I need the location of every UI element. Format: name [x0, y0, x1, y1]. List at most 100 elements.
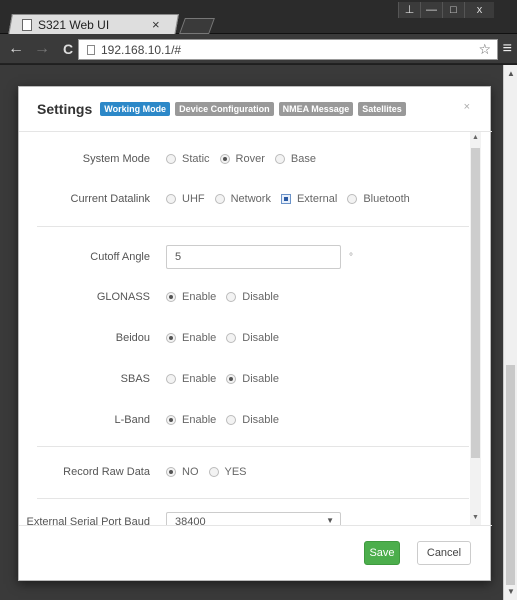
radio-icon[interactable] [219, 154, 230, 164]
datalink-uhf[interactable]: UHF [166, 193, 205, 205]
tab-nmea-message[interactable]: NMEA Message [278, 102, 354, 116]
beidou-disable[interactable]: Disable [226, 332, 279, 344]
close-icon[interactable]: × [464, 101, 470, 113]
record-raw-yes[interactable]: YES [208, 466, 247, 478]
modal-body: System Mode Static Rover Base Current Da… [19, 132, 492, 525]
radio-icon[interactable] [274, 154, 285, 164]
option-label: Enable [182, 332, 217, 344]
datalink-external[interactable]: External [280, 193, 338, 205]
system-mode-label: System Mode [82, 153, 150, 165]
window-close-button[interactable]: x [464, 2, 494, 18]
radio-icon[interactable] [208, 467, 219, 477]
lband-enable[interactable]: Enable [166, 414, 216, 426]
system-mode-rover[interactable]: Rover [219, 153, 265, 165]
datalink-bluetooth[interactable]: Bluetooth [347, 193, 410, 205]
option-label: UHF [182, 193, 205, 205]
sbas-row: SBAS Enable Disable [19, 369, 469, 389]
page-icon [22, 19, 32, 31]
radio-icon[interactable] [166, 333, 176, 343]
record-raw-no[interactable]: NO [166, 466, 199, 478]
cancel-button[interactable]: Cancel [417, 541, 471, 565]
radio-icon[interactable] [166, 194, 176, 204]
save-button[interactable]: Save [364, 541, 400, 565]
radio-icon[interactable] [166, 374, 176, 384]
chevron-down-icon: ▼ [326, 516, 334, 525]
browser-toolbar: ← → C 192.168.10.1/# ☆ ≡ [0, 34, 517, 64]
radio-icon[interactable] [166, 292, 176, 302]
radio-icon[interactable] [214, 194, 225, 204]
glonass-enable[interactable]: Enable [166, 291, 216, 303]
page-scrollbar[interactable]: ▲ ▼ [503, 65, 517, 600]
option-label: Bluetooth [363, 193, 410, 205]
forward-icon[interactable]: → [32, 40, 52, 58]
beidou-label: Beidou [115, 332, 150, 344]
option-label: Enable [182, 291, 217, 303]
cutoff-angle-label: Cutoff Angle [90, 251, 150, 263]
bookmark-star-icon[interactable]: ☆ [478, 41, 491, 58]
beidou-row: Beidou Enable Disable [19, 328, 469, 348]
option-label: External [296, 193, 338, 205]
scroll-up-icon[interactable]: ▲ [507, 69, 515, 78]
browser-tab[interactable]: S321 Web UI × [10, 14, 177, 36]
tab-working-mode[interactable]: Working Mode [100, 102, 171, 116]
serial-baud-row: External Serial Port Baud 38400 ▼ [19, 512, 469, 525]
settings-modal: Settings Working Mode Device Configurati… [18, 86, 492, 582]
radio-icon[interactable] [226, 292, 237, 302]
option-label: Disable [242, 373, 279, 385]
glonass-disable[interactable]: Disable [226, 291, 279, 303]
modal-header: Settings Working Mode Device Configurati… [19, 87, 492, 132]
address-bar[interactable]: 192.168.10.1/# ☆ [78, 39, 498, 60]
option-label: Network [230, 193, 271, 205]
window-minimize-button[interactable]: — [420, 2, 442, 18]
browser-menu-icon[interactable]: ≡ [503, 40, 512, 58]
tab-satellites[interactable]: Satellites [358, 102, 406, 116]
option-label: Disable [242, 291, 279, 303]
serial-baud-label: External Serial Port Baud [26, 516, 150, 525]
window-maximize-button[interactable]: □ [442, 2, 464, 18]
radio-icon[interactable] [347, 194, 358, 204]
serial-baud-select[interactable]: 38400 ▼ [166, 512, 341, 525]
back-icon[interactable]: ← [6, 40, 26, 58]
beidou-enable[interactable]: Enable [166, 332, 216, 344]
tab-close-icon[interactable]: × [152, 17, 160, 32]
url-text: 192.168.10.1/# [101, 42, 182, 57]
option-label: Static [182, 153, 210, 165]
option-label: Enable [182, 373, 217, 385]
radio-icon[interactable] [226, 333, 237, 343]
radio-icon[interactable] [280, 194, 291, 204]
radio-icon[interactable] [166, 415, 176, 425]
lband-disable[interactable]: Disable [226, 414, 279, 426]
scroll-down-icon[interactable]: ▼ [472, 514, 479, 521]
cutoff-angle-row: Cutoff Angle 5 ° [19, 244, 469, 270]
datalink-label: Current Datalink [70, 193, 150, 205]
section-divider [37, 446, 469, 447]
radio-icon[interactable] [166, 467, 176, 477]
scroll-down-icon[interactable]: ▼ [507, 587, 515, 596]
datalink-network[interactable]: Network [214, 193, 271, 205]
option-label: Disable [242, 414, 279, 426]
window-pin-button[interactable]: ⊥ [398, 2, 420, 18]
radio-icon[interactable] [226, 415, 237, 425]
cutoff-angle-input[interactable]: 5 [166, 245, 341, 269]
radio-icon[interactable] [226, 374, 237, 384]
radio-icon[interactable] [166, 154, 176, 164]
page-scrollbar-thumb[interactable] [506, 365, 515, 585]
degree-unit: ° [349, 251, 353, 263]
scroll-up-icon[interactable]: ▲ [472, 134, 479, 141]
lband-label: L-Band [114, 414, 150, 426]
modal-scrollbar[interactable]: ▲ ▼ [470, 132, 481, 525]
modal-scrollbar-thumb[interactable] [471, 148, 480, 458]
modal-footer: Save Cancel [19, 525, 492, 582]
new-tab-button[interactable] [179, 18, 215, 34]
lband-row: L-Band Enable Disable [19, 410, 469, 430]
glonass-label: GLONASS [96, 291, 150, 303]
system-mode-static[interactable]: Static [166, 153, 210, 165]
tab-device-configuration[interactable]: Device Configuration [175, 102, 274, 116]
option-label: Enable [182, 414, 217, 426]
reload-icon[interactable]: C [58, 41, 78, 57]
system-mode-base[interactable]: Base [274, 153, 316, 165]
glonass-row: GLONASS Enable Disable [19, 287, 469, 307]
record-raw-row: Record Raw Data NO YES [19, 462, 469, 482]
sbas-enable[interactable]: Enable [166, 373, 216, 385]
sbas-disable[interactable]: Disable [226, 373, 279, 385]
